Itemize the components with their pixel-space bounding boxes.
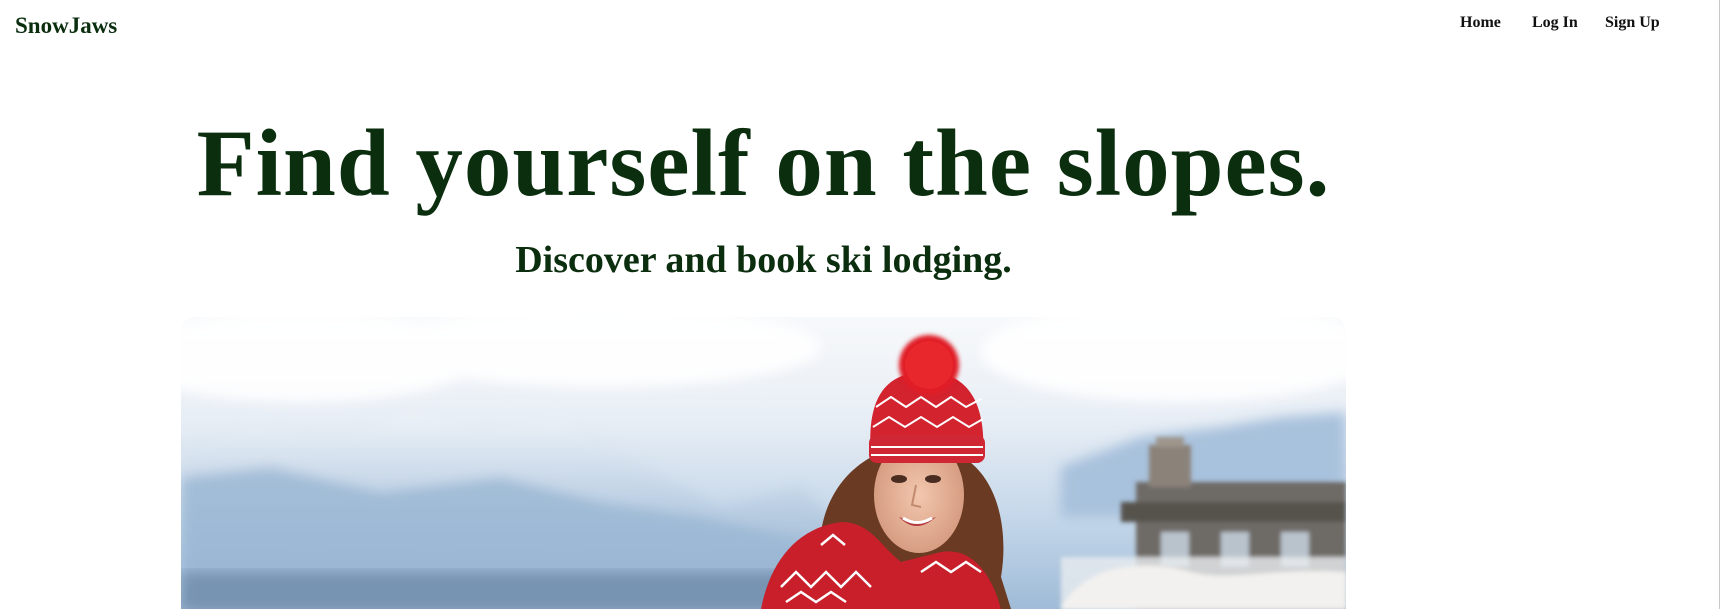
nav-home-link[interactable]: Home [1460,14,1501,32]
nav-login-link[interactable]: Log In [1532,14,1578,32]
hero-image [181,317,1346,609]
hero-headline: Find yourself on the slopes. [196,110,1331,216]
top-nav: Home Log In Sign Up [1460,14,1720,38]
brand-logo[interactable]: SnowJaws [15,13,117,39]
hero-subheadline: Discover and book ski lodging. [515,239,1012,281]
page: SnowJaws Home Log In Sign Up Find yourse… [0,0,1720,609]
nav-signup-link[interactable]: Sign Up [1605,14,1660,32]
